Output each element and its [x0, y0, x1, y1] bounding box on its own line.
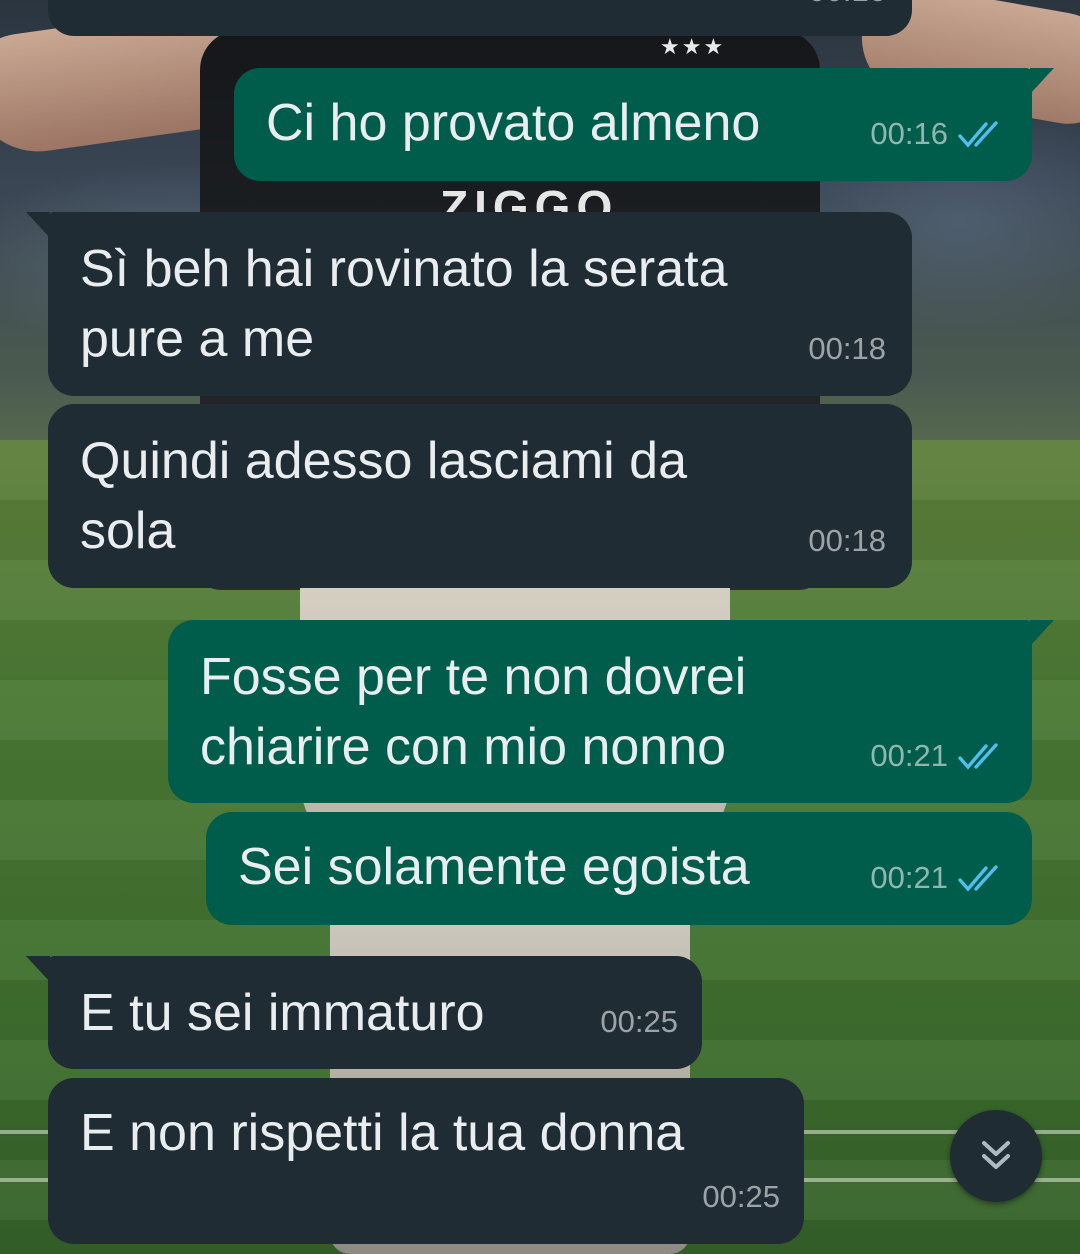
double-check-icon — [958, 121, 998, 148]
message-list[interactable]: 00:16 Ci ho provato almeno 00:16 Sì beh … — [0, 0, 1080, 1254]
message-bubble-incoming[interactable]: Quindi adesso lasciami da sola 00:18 — [48, 404, 912, 588]
message-bubble-incoming[interactable]: 00:16 — [48, 0, 912, 36]
message-text: Ci ho provato almeno — [266, 94, 761, 152]
message-time: 00:21 — [870, 738, 948, 773]
message-bubble-outgoing[interactable]: Ci ho provato almeno 00:16 — [234, 68, 1054, 181]
bubble-tail — [26, 956, 50, 982]
message-text-line: Fosse per te non dovrei — [200, 648, 747, 706]
message-bubble-outgoing[interactable]: Sei solamente egoista 00:21 — [206, 812, 1032, 925]
bubble-tail — [1030, 620, 1054, 646]
bubble-tail — [1030, 68, 1054, 94]
message-text-line: sola — [80, 502, 176, 560]
double-check-icon — [958, 743, 998, 770]
message-meta: 00:16 — [808, 0, 886, 26]
message-time: 00:18 — [808, 331, 886, 366]
message-meta: 00:25 — [702, 1162, 780, 1232]
message-meta: 00:21 — [870, 843, 1004, 913]
message-meta: 00:18 — [808, 314, 886, 384]
message-text: E tu sei immaturo — [80, 984, 485, 1042]
message-meta: 00:16 — [870, 99, 1004, 169]
message-time: 00:18 — [808, 523, 886, 558]
message-bubble-incoming[interactable]: E tu sei immaturo 00:25 — [26, 956, 702, 1069]
message-time: 00:25 — [600, 1004, 678, 1039]
message-text: Sei solamente egoista — [238, 838, 750, 896]
message-text: E non rispetti la tua donna — [80, 1104, 685, 1162]
message-bubble-outgoing[interactable]: Fosse per te non dovrei chiarire con mio… — [168, 620, 1054, 803]
message-text-line: chiarire con mio nonno — [200, 718, 727, 776]
message-time: 00:16 — [870, 116, 948, 151]
bubble-tail — [26, 212, 50, 238]
message-text-line: Sì beh hai rovinato la serata — [80, 240, 728, 298]
message-time: 00:25 — [702, 1179, 780, 1214]
message-bubble-incoming[interactable]: E non rispetti la tua donna 00:25 — [48, 1078, 804, 1244]
scroll-to-bottom-button[interactable] — [950, 1110, 1042, 1202]
message-meta: 00:25 — [600, 987, 678, 1057]
chevron-double-down-icon — [982, 1141, 1010, 1169]
message-time: 00:21 — [870, 860, 948, 895]
double-check-icon — [958, 865, 998, 892]
message-meta: 00:18 — [808, 506, 886, 576]
message-meta: 00:21 — [870, 721, 1004, 791]
message-text-line: pure a me — [80, 310, 315, 368]
message-text-line: Quindi adesso lasciami da — [80, 432, 687, 490]
message-time: 00:16 — [808, 0, 886, 26]
message-bubble-incoming[interactable]: Sì beh hai rovinato la serata pure a me … — [26, 212, 912, 396]
